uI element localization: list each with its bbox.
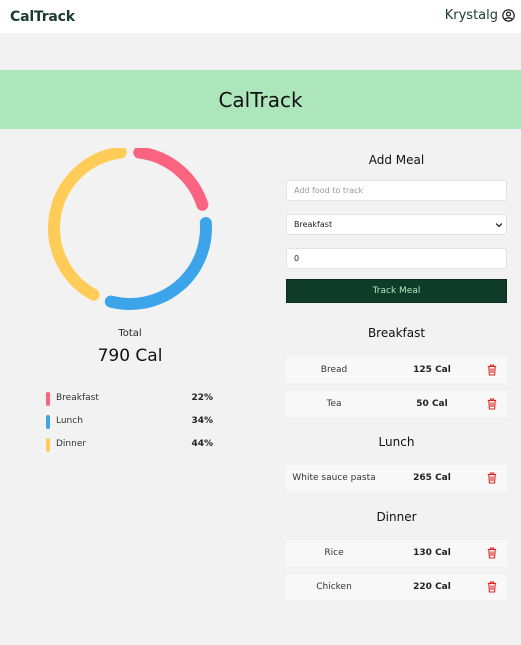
calories-input[interactable]: 0 (286, 248, 507, 269)
meal-item-name: Rice (324, 548, 344, 558)
hero-banner: CalTrack (0, 70, 521, 129)
chevron-down-icon (495, 223, 503, 228)
trash-icon[interactable] (487, 398, 497, 410)
donut-segment-lunch (104, 216, 212, 310)
legend-label: Lunch (56, 416, 83, 426)
legend-percent: 22% (191, 393, 213, 403)
meal-item-name: Chicken (316, 582, 352, 592)
donut-segment-dinner (48, 148, 127, 301)
legend-swatch-breakfast (46, 392, 50, 406)
track-meal-button[interactable]: Track Meal (286, 279, 507, 303)
trash-icon[interactable] (487, 581, 497, 593)
trash-icon[interactable] (487, 547, 497, 559)
meal-item-name: Bread (320, 365, 348, 375)
legend-percent: 44% (191, 439, 213, 449)
total-calories: 790 Cal (97, 346, 163, 366)
add-meal-title: Add Meal (368, 153, 425, 167)
legend-row-dinner: Dinner 44% (46, 437, 216, 460)
donut-segment-breakfast (133, 148, 209, 211)
trash-icon[interactable] (487, 364, 497, 376)
legend-row-breakfast: Breakfast 22% (46, 391, 216, 414)
user-menu[interactable]: Krystalg (445, 8, 515, 23)
meal-legend: Breakfast 22% Lunch 34% Dinner 44% (46, 391, 216, 460)
user-name[interactable]: Krystalg (445, 8, 498, 23)
calorie-donut-chart (48, 148, 212, 310)
legend-label: Dinner (56, 439, 87, 449)
food-input[interactable]: Add food to track (286, 180, 507, 201)
legend-row-lunch: Lunch 34% (46, 414, 216, 437)
user-circle-icon[interactable] (502, 9, 515, 22)
legend-label: Breakfast (56, 393, 99, 403)
trash-icon[interactable] (487, 472, 497, 484)
meal-item-calories: 265 Cal (413, 473, 451, 483)
meal-item: Rice 130 Cal (286, 540, 507, 566)
meal-item-name: Tea (326, 399, 342, 409)
meal-item-name: White sauce pasta (292, 473, 376, 483)
meal-type-selected: Breakfast (294, 220, 333, 229)
meal-item-calories: 130 Cal (413, 548, 451, 558)
meal-item: White sauce pasta 265 Cal (286, 465, 507, 491)
meal-section-title-breakfast: Breakfast (367, 326, 426, 340)
meal-item-calories: 50 Cal (416, 399, 448, 409)
total-label: Total (118, 328, 142, 339)
meal-item: Bread 125 Cal (286, 357, 507, 383)
navbar: CalTrack Krystalg (0, 0, 521, 33)
meal-section-title-dinner: Dinner (376, 510, 417, 524)
meal-item: Chicken 220 Cal (286, 574, 507, 600)
legend-swatch-dinner (46, 438, 50, 452)
meal-item: Tea 50 Cal (286, 391, 507, 417)
legend-percent: 34% (191, 416, 213, 426)
meal-section-title-lunch: Lunch (378, 435, 415, 449)
page-title: CalTrack (218, 87, 303, 112)
meal-item-calories: 125 Cal (413, 365, 451, 375)
meal-item-calories: 220 Cal (413, 582, 451, 592)
brand-logo[interactable]: CalTrack (10, 9, 75, 25)
legend-swatch-lunch (46, 415, 50, 429)
meal-type-select[interactable]: Breakfast (286, 214, 507, 235)
